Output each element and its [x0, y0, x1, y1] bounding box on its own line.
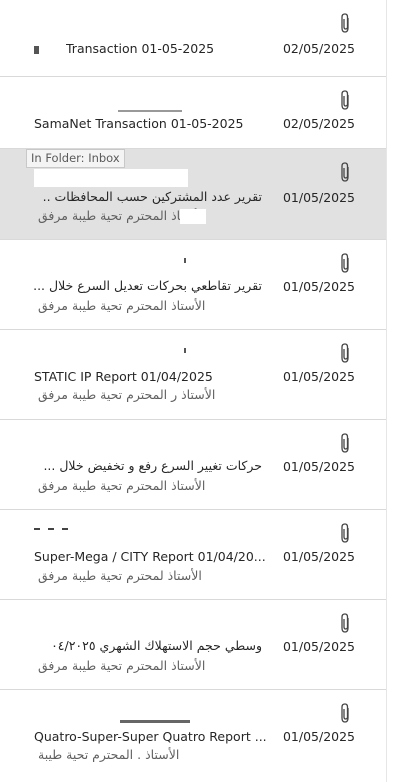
message-date: 01/05/2025 — [282, 639, 355, 654]
message-date: 01/05/2025 — [282, 279, 355, 294]
vertical-scrollbar[interactable] — [386, 0, 402, 782]
message-date: 01/05/2025 — [282, 369, 355, 384]
paperclip-icon — [341, 433, 349, 453]
message-preview: الأستاذ لمحترم تحية طيبة مرفق — [38, 568, 202, 583]
redacted-mark — [34, 46, 39, 54]
paperclip-icon — [341, 253, 349, 273]
paperclip-icon — [341, 90, 349, 110]
message-subject: SamaNet Transaction 01-05-2025 — [34, 116, 244, 131]
message-subject: Transaction 01-05-2025 — [66, 41, 215, 56]
redacted-mark — [48, 528, 54, 530]
paperclip-icon — [341, 13, 349, 33]
redacted-mark — [120, 720, 190, 723]
redacted-mark — [118, 110, 182, 112]
message-item[interactable]: 01/05/2025 STATIC IP Report 01/04/2025 ا… — [0, 330, 386, 420]
redacted-mark — [184, 348, 186, 353]
paperclip-icon — [341, 343, 349, 363]
message-subject: حركات تغيير السرع رفع و تخفيض خلال ... — [43, 458, 262, 473]
message-item[interactable]: 01/05/2025 Super-Mega / CITY Report 01/0… — [0, 510, 386, 600]
paperclip-icon — [341, 523, 349, 543]
message-subject: Quatro-Super-Super Quatro Report ... — [34, 729, 266, 744]
message-list: 02/05/2025 Transaction 01-05-2025 02/05/… — [0, 0, 386, 782]
message-preview: الأستاذ ر المحترم تحية طيبة مرفق — [38, 387, 216, 402]
message-date: 02/05/2025 — [282, 41, 355, 56]
message-preview: الأستاذ المحترم تحية طيبة مرفق — [38, 298, 206, 313]
message-preview: الأستاذ المحترم تحية طيبة مرفق — [38, 658, 206, 673]
message-date: 01/05/2025 — [282, 549, 355, 564]
message-preview: الأستاذ المحترم تحية طيبة مرفق — [38, 478, 206, 493]
redacted-block — [180, 209, 206, 224]
message-subject: Super-Mega / CITY Report 01/04/20... — [34, 549, 266, 564]
message-item[interactable]: 01/05/2025 تقرير تقاطعي بحركات تعديل الس… — [0, 240, 386, 330]
redacted-mark — [34, 528, 40, 530]
message-date: 02/05/2025 — [282, 116, 355, 131]
message-item[interactable]: 02/05/2025 SamaNet Transaction 01-05-202… — [0, 77, 386, 149]
message-date: 01/05/2025 — [282, 190, 355, 205]
message-date: 01/05/2025 — [282, 459, 355, 474]
message-subject: STATIC IP Report 01/04/2025 — [34, 369, 213, 384]
folder-tooltip: In Folder: Inbox — [26, 149, 125, 168]
paperclip-icon — [341, 613, 349, 633]
message-preview: الأستاذ . المحترم تحية طيبة — [38, 747, 180, 762]
paperclip-icon — [341, 162, 349, 182]
message-item[interactable]: 01/05/2025 Quatro-Super-Super Quatro Rep… — [0, 690, 386, 782]
message-subject: تقرير عدد المشتركين حسب المحافظات .. — [42, 189, 262, 204]
message-item[interactable]: 01/05/2025 حركات تغيير السرع رفع و تخفيض… — [0, 420, 386, 510]
message-item[interactable]: 01/05/2025 وسطي حجم الاستهلاك الشهري ٠٤/… — [0, 600, 386, 690]
message-subject: وسطي حجم الاستهلاك الشهري ٠٤/٢٠٢٥ — [51, 638, 262, 653]
message-item[interactable]: 02/05/2025 Transaction 01-05-2025 — [0, 0, 386, 77]
redacted-block — [34, 169, 188, 187]
redacted-mark — [62, 528, 68, 530]
message-subject: تقرير تقاطعي بحركات تعديل السرع خلال ... — [34, 278, 262, 293]
message-preview: الأستاذ المحترم تحية طيبة مرفق — [38, 208, 206, 223]
paperclip-icon — [341, 703, 349, 723]
message-date: 01/05/2025 — [282, 729, 355, 744]
redacted-mark — [184, 258, 186, 263]
